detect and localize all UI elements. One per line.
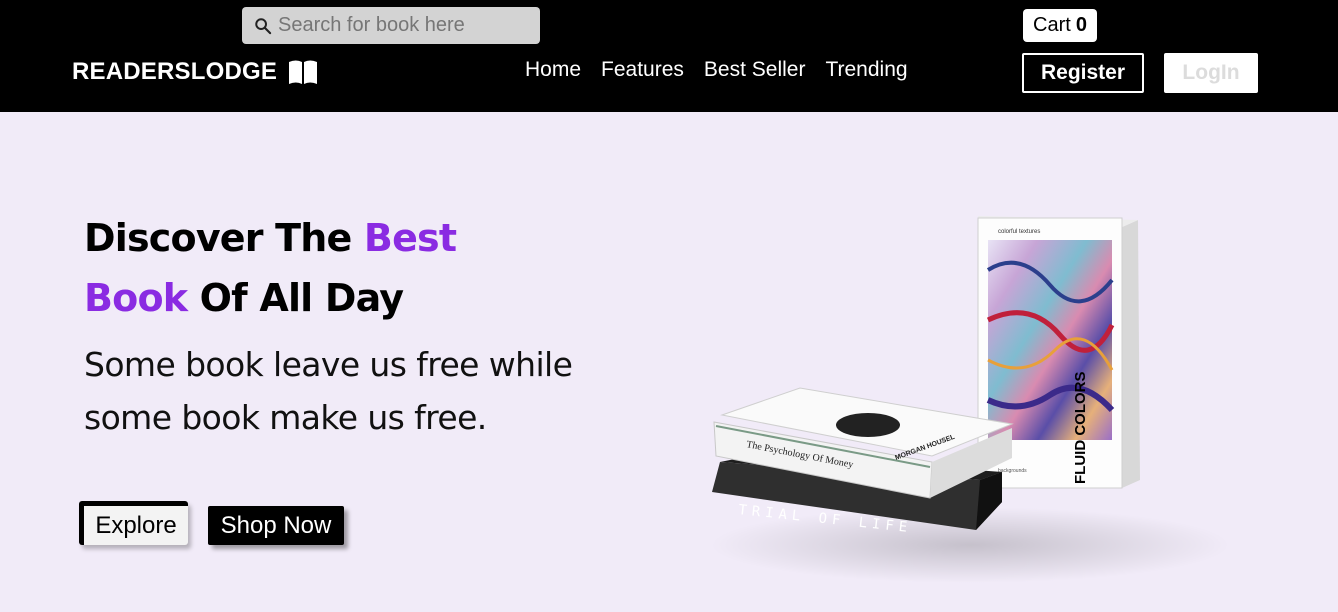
register-button[interactable]: Register: [1022, 53, 1144, 93]
cart-count: 0: [1075, 14, 1087, 36]
logo-text: READERSLODGE: [72, 58, 278, 85]
login-button[interactable]: LogIn: [1164, 53, 1258, 93]
hero-subtitle: Some book leave us free while some book …: [84, 345, 573, 437]
top-header: Cart 0 READERSLODGE Home Features Best S…: [0, 0, 1338, 112]
hero-title-accent: Best: [363, 216, 457, 260]
search-icon: [255, 17, 272, 34]
open-book-icon: [289, 60, 318, 84]
hero-title-text: Of All Day: [187, 276, 404, 320]
cart-button[interactable]: Cart 0: [1023, 9, 1097, 42]
shop-now-button[interactable]: Shop Now: [208, 506, 344, 545]
main-nav: Home Features Best Seller Trending: [525, 58, 908, 82]
hero-title-text: Discover The: [84, 216, 364, 260]
book-tagline: colorful textures: [998, 229, 1040, 235]
search-bar[interactable]: [242, 7, 540, 44]
nav-features[interactable]: Features: [601, 58, 684, 82]
search-input[interactable]: [278, 14, 528, 37]
nav-best-seller[interactable]: Best Seller: [704, 58, 806, 82]
hero-title-accent: Book: [84, 276, 188, 320]
hero-title: Discover The Best Book Of All Day: [84, 208, 604, 328]
book-footer: backgrounds: [998, 468, 1027, 474]
book-fluid-title: FLUID COLORS: [1072, 372, 1089, 485]
book-cover-art: [836, 413, 900, 437]
nav-home[interactable]: Home: [525, 58, 581, 82]
cart-label: Cart: [1033, 14, 1071, 36]
books-illustration: colorful textures FLUID COLORS backgroun…: [710, 216, 1230, 583]
site-logo[interactable]: READERSLODGE: [72, 58, 319, 86]
nav-trending[interactable]: Trending: [825, 58, 907, 82]
explore-button[interactable]: Explore: [79, 501, 188, 545]
